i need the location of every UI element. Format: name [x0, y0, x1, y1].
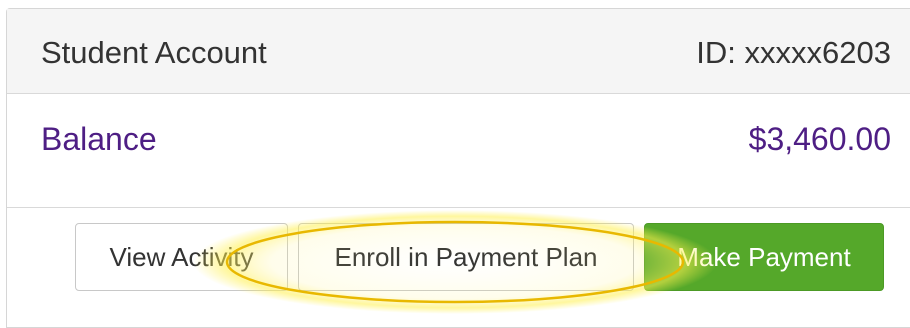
page-title: Student Account — [41, 35, 267, 70]
make-payment-button[interactable]: Make Payment — [644, 223, 884, 291]
enroll-payment-plan-button[interactable]: Enroll in Payment Plan — [298, 223, 634, 291]
balance-row: Balance $3,460.00 — [7, 94, 910, 208]
balance-amount: $3,460.00 — [748, 121, 891, 157]
balance-label: Balance — [41, 121, 157, 157]
panel-header: Student Account ID: xxxxx6203 — [7, 9, 910, 94]
view-activity-button[interactable]: View Activity — [75, 223, 288, 291]
account-id: ID: xxxxx6203 — [696, 35, 891, 70]
